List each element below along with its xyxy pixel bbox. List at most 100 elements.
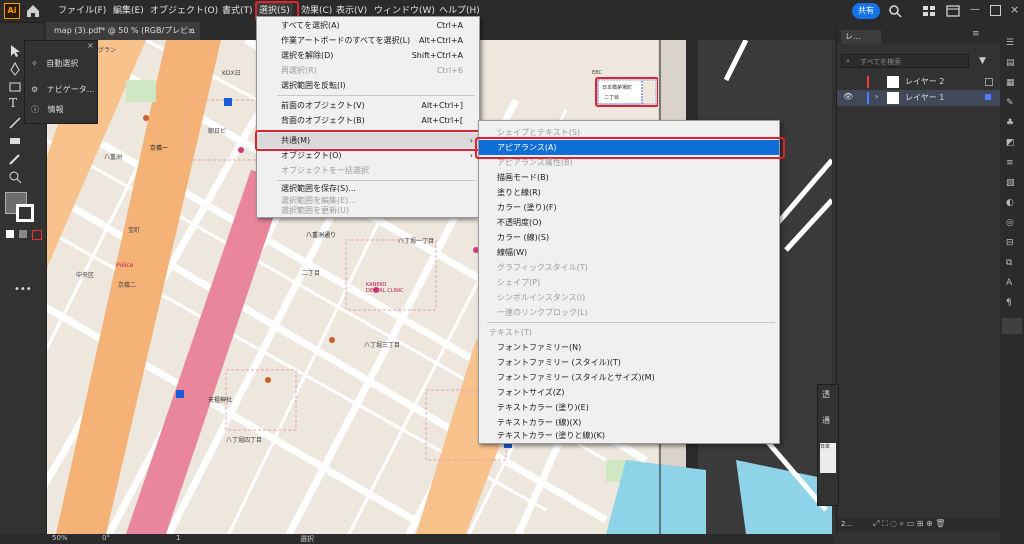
line-tool-icon[interactable] xyxy=(8,116,22,130)
menu-item-save-selection[interactable]: 選択範囲を保存(S)... xyxy=(257,183,479,195)
search-icon[interactable] xyxy=(888,4,902,18)
zoom-level[interactable]: 50% xyxy=(52,534,68,542)
footer-icons[interactable]: ⤢ ⛶ ◌ ⌕ ▭ ⊞ ⊕ 🗑 xyxy=(873,519,945,529)
pathfinder-icon[interactable]: ⧉ xyxy=(1006,258,1012,268)
submenu-item-stroke-weight[interactable]: 線幅(W) xyxy=(479,245,779,260)
menu-edit[interactable]: 編集(E) xyxy=(110,3,147,19)
panel-menu-icon[interactable]: ≡ xyxy=(972,29,980,39)
paragraph-icon[interactable]: ¶ xyxy=(1006,298,1012,308)
gradient-mode-icon[interactable] xyxy=(19,230,27,238)
gradient-icon[interactable]: ▧ xyxy=(1006,178,1015,188)
menu-item-next-object-above[interactable]: 前面のオブジェクト(V) Alt+Ctrl+] xyxy=(257,98,479,113)
layer-search-input[interactable]: すべてを検索 xyxy=(841,54,969,68)
menu-type[interactable]: 書式(T) xyxy=(219,3,256,19)
menu-item-bulk-select[interactable]: オブジェクトを一括選択 xyxy=(257,163,479,178)
menu-object[interactable]: オブジェクト(O) xyxy=(147,3,221,19)
submenu-item-font-family-style[interactable]: フォントファミリー (スタイル)(T) xyxy=(479,355,779,370)
submenu-item-fill-color[interactable]: カラー (塗り)(F) xyxy=(479,200,779,215)
appearance-icon[interactable]: ◎ xyxy=(1006,218,1014,228)
submenu-item-font-family[interactable]: フォントファミリー(N) xyxy=(479,340,779,355)
submenu-item-link-block[interactable]: 一連のリンクブロック(L) xyxy=(479,305,779,320)
menu-item-update-selection[interactable]: 選択範囲を更新(U) xyxy=(257,206,479,216)
submenu-arrow-icon: › xyxy=(469,151,473,160)
eye-icon[interactable]: 👁 xyxy=(843,92,853,101)
minimize-icon[interactable]: — xyxy=(970,4,980,15)
menu-item-select-artboard[interactable]: 作業アートボードのすべてを選択(L) Alt+Ctrl+A xyxy=(257,33,479,48)
rectangle-tool-icon[interactable] xyxy=(8,80,22,94)
filter-icon[interactable]: ▼ xyxy=(979,56,986,66)
transparency-icon[interactable]: ◐ xyxy=(1006,198,1014,208)
transparency-tab[interactable]: 透 xyxy=(822,389,830,400)
align-icon[interactable]: ⊟ xyxy=(1006,238,1014,248)
info-item[interactable]: ⓘ 情報 xyxy=(31,101,64,119)
workspace-icon[interactable] xyxy=(922,4,936,18)
search-icon: ⌕ xyxy=(846,57,850,65)
stroke-swatch[interactable] xyxy=(16,204,34,222)
map-label: 二丁目 xyxy=(604,95,620,101)
submenu-item-font-size[interactable]: フォントサイズ(Z) xyxy=(479,385,779,400)
submenu-item-text-stroke-color[interactable]: テキストカラー (線)(X) xyxy=(479,415,779,430)
selection-tool-icon[interactable] xyxy=(8,44,22,58)
close-tab-icon[interactable]: × xyxy=(187,22,194,40)
type-tool-icon[interactable]: T xyxy=(9,96,17,110)
menu-item-edit-selection[interactable]: 選択範囲を編集(E)... xyxy=(257,195,479,206)
menu-item-inverse[interactable]: 選択範囲を反転(I) xyxy=(257,78,479,93)
layer-target-icon[interactable] xyxy=(985,94,991,100)
layers-dock-icon[interactable] xyxy=(1002,318,1022,334)
submenu-item-opacity[interactable]: 不透明度(O) xyxy=(479,215,779,230)
brushes-icon[interactable]: ✎ xyxy=(1006,98,1014,108)
maximize-icon[interactable] xyxy=(990,5,1001,16)
character-icon[interactable]: A xyxy=(1006,278,1012,288)
submenu-item-symbol-instance[interactable]: シンボルインスタンス(I) xyxy=(479,290,779,305)
libraries-icon[interactable]: ▤ xyxy=(1006,58,1015,68)
layers-panel: レ... ≡ すべてを検索 ⌕ ▼ レイヤー 2 👁 › レイヤー 1 透 通 … xyxy=(817,28,1001,534)
home-icon[interactable] xyxy=(24,2,42,20)
layers-tab[interactable]: レ... xyxy=(841,30,881,44)
map-label: 京橋一 xyxy=(150,145,169,152)
properties-icon[interactable]: ☰ xyxy=(1006,38,1014,48)
pen-tool-icon[interactable] xyxy=(8,62,22,76)
submenu-item-appearance-attr[interactable]: アピアランス属性(B) xyxy=(479,155,779,170)
submenu-item-text-fill-color[interactable]: テキストカラー (塗り)(E) xyxy=(479,400,779,415)
swatches-icon[interactable]: ▦ xyxy=(1006,78,1015,88)
submenu-item-blend-mode[interactable]: 描画モード(B) xyxy=(479,170,779,185)
submenu-item-stroke-color[interactable]: カラー (線)(S) xyxy=(479,230,779,245)
panels-icon[interactable] xyxy=(946,4,960,18)
symbols-icon[interactable]: ♣ xyxy=(1006,118,1014,128)
artboard-number[interactable]: 1 xyxy=(176,534,180,542)
color-mode-icon[interactable] xyxy=(6,230,14,238)
menu-item-deselect[interactable]: 選択を解除(D) Shift+Ctrl+A xyxy=(257,48,479,63)
stroke-icon[interactable]: ≡ xyxy=(1006,158,1014,168)
menu-item-select-all[interactable]: すべてを選択(A) Ctrl+A xyxy=(257,18,479,33)
eraser-tool-icon[interactable] xyxy=(8,134,22,148)
graphic-styles-icon[interactable]: ◩ xyxy=(1006,138,1015,148)
more-tools-icon[interactable]: ••• xyxy=(14,284,32,295)
submenu-item-text-fill-stroke-color[interactable]: テキストカラー (塗りと線)(K) xyxy=(479,430,779,442)
menu-file[interactable]: ファイル(F) xyxy=(55,3,109,19)
submenu-item-shape[interactable]: シェイプ(P) xyxy=(479,275,779,290)
submenu-item-graphic-style[interactable]: グラフィックスタイル(T) xyxy=(479,260,779,275)
rotation-value[interactable]: 0° xyxy=(102,534,110,542)
zoom-tool-icon[interactable] xyxy=(8,170,22,184)
layer-row-2[interactable]: レイヤー 2 xyxy=(837,74,1001,90)
layer-row-1[interactable]: 👁 › レイヤー 1 xyxy=(837,90,1001,106)
eyedropper-tool-icon[interactable] xyxy=(8,152,22,166)
share-button[interactable]: 共有 xyxy=(852,3,880,19)
layer-target-icon[interactable] xyxy=(985,78,993,86)
map-label: 八重洲通り xyxy=(306,232,337,239)
panel-close-icon[interactable]: × xyxy=(87,41,94,50)
close-window-icon[interactable]: × xyxy=(1010,3,1019,16)
document-tab[interactable]: map (3).pdf* @ 50 % (RGB/プレビュー) × xyxy=(46,22,200,53)
menu-item-next-object-below[interactable]: 背面のオブジェクト(B) Alt+Ctrl+[ xyxy=(257,113,479,128)
expand-chevron-icon[interactable]: › xyxy=(875,92,878,101)
map-label: 天祖神社 xyxy=(208,397,233,404)
none-mode-icon[interactable] xyxy=(32,230,42,240)
submenu-item-font-family-style-size[interactable]: フォントファミリー (スタイルとサイズ)(M) xyxy=(479,370,779,385)
navigator-item[interactable]: ⚙ ナビゲータ... xyxy=(31,81,94,99)
map-label: 八丁堀四丁目 xyxy=(226,437,263,444)
submenu-item-fill-stroke[interactable]: 塗りと線(R) xyxy=(479,185,779,200)
auto-select-item[interactable]: ✧ 自動選択 xyxy=(31,55,78,73)
map-label: 二丁目 xyxy=(302,270,321,277)
menu-item-reselect[interactable]: 再選択(R) Ctrl+6 xyxy=(257,63,479,78)
menu-item-object[interactable]: オブジェクト(O) › xyxy=(257,148,479,163)
